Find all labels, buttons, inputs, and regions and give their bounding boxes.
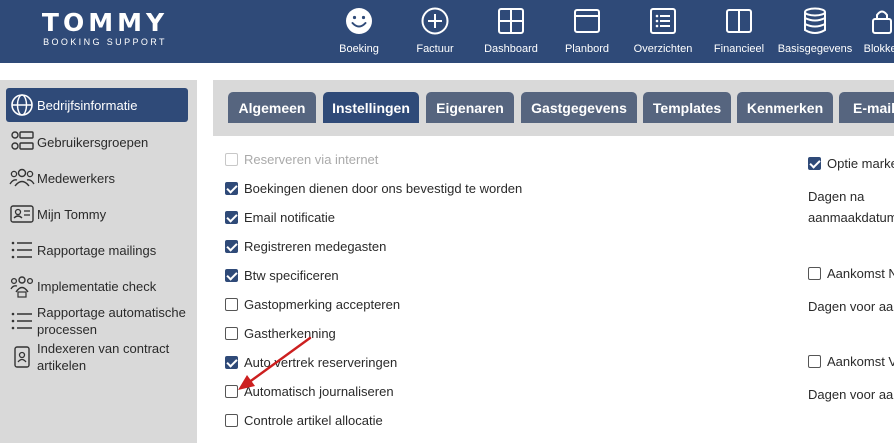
sidebar-item-gebruikersgroepen[interactable]: Gebruikersgroepen (6, 125, 188, 159)
tab-label: Algemeen (238, 99, 306, 116)
setting-label: Controle artikel allocatie (244, 412, 383, 428)
checkbox[interactable] (225, 239, 238, 253)
setting-boekingen-bevestigd[interactable]: Boekingen dienen door ons bevestigd te w… (225, 178, 522, 198)
team-check-icon (10, 276, 34, 298)
lock-icon (872, 10, 892, 34)
tab-label: Kenmerken (746, 99, 824, 116)
sidebar-item-label: Implementatie check (37, 278, 157, 294)
checkbox[interactable] (225, 326, 238, 340)
smiley-icon (346, 8, 372, 34)
nav-blokker[interactable]: Blokker (842, 6, 894, 58)
tab-label: Eigenaren (436, 99, 504, 116)
document-user-icon (14, 346, 30, 368)
sidebar-item-label: Gebruikersgroepen (37, 134, 149, 150)
tab-label: Instellingen (332, 99, 410, 116)
setting-automatisch-journaliseren[interactable]: Automatisch journaliseren (225, 381, 394, 401)
user-groups-icon (11, 131, 34, 150)
tab-label: Templates (652, 99, 722, 116)
sidebar-item-label: Mijn Tommy (37, 206, 107, 222)
setting-label: Aankomst N (827, 265, 894, 281)
setting-gastherkenning[interactable]: Gastherkenning (225, 323, 336, 343)
setting-label: Automatisch journaliseren (244, 383, 394, 399)
checkbox[interactable] (225, 152, 238, 166)
checkbox[interactable] (808, 354, 821, 368)
book-icon (726, 9, 752, 33)
sidebar-item-label: Medewerkers (37, 170, 116, 186)
tab-label: Gastgegevens (531, 99, 627, 116)
setting-label: Gastherkenning (244, 325, 336, 341)
checkbox[interactable] (225, 384, 238, 398)
sidebar: Bedrijfsinformatie Gebruikersgroepen Med… (0, 80, 197, 443)
tab-instellingen[interactable]: Instellingen (323, 92, 419, 123)
dagen-na-label: Dagen na (808, 189, 865, 204)
tab-e-mail[interactable]: E-mail (839, 92, 894, 123)
id-card-icon (10, 205, 34, 223)
checkbox[interactable] (225, 181, 238, 195)
tab-gastgegevens[interactable]: Gastgegevens (521, 92, 637, 123)
dagen-voor-aankomst-label: Dagen voor aa (808, 387, 894, 402)
nav-label: Blokker (863, 43, 894, 55)
setting-gastopmerking-accepteren[interactable]: Gastopmerking accepteren (225, 294, 400, 314)
sidebar-item-medewerkers[interactable]: Medewerkers (6, 161, 188, 195)
sidebar-item-label: Bedrijfsinformatie (37, 97, 138, 113)
setting-label: Email notificatie (244, 209, 336, 225)
tab-templates[interactable]: Templates (643, 92, 731, 123)
tab-label: E-mail (853, 99, 894, 116)
setting-aankomst-v[interactable]: Aankomst V (808, 351, 894, 371)
tab-kenmerken[interactable]: Kenmerken (737, 92, 833, 123)
tommy-logo[interactable]: TOMMY BOOKING SUPPORT (22, 8, 188, 48)
list-box-icon (650, 8, 676, 34)
window-icon (574, 9, 600, 33)
setting-auto-vertrek-reserveringen[interactable]: Auto vertrek reserveringen (225, 352, 397, 372)
setting-optie-markeren[interactable]: Optie marke (808, 153, 894, 173)
setting-label: Auto vertrek reserveringen (244, 354, 398, 370)
list-icon (11, 312, 32, 330)
checkbox[interactable] (225, 268, 238, 282)
people-icon (9, 168, 35, 187)
checkbox[interactable] (225, 210, 238, 224)
setting-aankomst-n[interactable]: Aankomst N (808, 263, 894, 283)
sidebar-item-rapportage-automatische-processen[interactable]: Rapportage automatische processen (6, 304, 188, 338)
setting-label: Registreren medegasten (244, 238, 387, 254)
sidebar-item-bedrijfsinformatie[interactable]: Bedrijfsinformatie (6, 88, 188, 122)
dagen-voor-aankomst-label: Dagen voor aa (808, 299, 894, 314)
setting-reserveren-via-internet[interactable]: Reserveren via internet (225, 149, 378, 169)
aanmaakdatum-label: aanmaakdatum (808, 210, 894, 225)
sidebar-item-label: Rapportage automatische processen (37, 305, 186, 337)
globe-icon (11, 94, 33, 116)
setting-label: Btw specificeren (244, 267, 339, 283)
setting-label: Boekingen dienen door ons bevestigd te w… (244, 180, 523, 196)
setting-registreren-medegasten[interactable]: Registreren medegasten (225, 236, 386, 256)
logo-title: TOMMY (41, 8, 169, 37)
checkbox[interactable] (225, 297, 238, 311)
sidebar-item-label: Rapportage mailings (37, 242, 157, 258)
grid-icon (498, 8, 524, 34)
checkbox[interactable] (225, 355, 238, 369)
setting-label: Reserveren via internet (244, 151, 379, 167)
sidebar-item-label: Indexeren van contract artikelen (37, 341, 170, 373)
checkbox[interactable] (225, 413, 238, 427)
setting-email-notificatie[interactable]: Email notificatie (225, 207, 335, 227)
tab-eigenaren[interactable]: Eigenaren (426, 92, 514, 123)
sidebar-item-implementatie-check[interactable]: Implementatie check (6, 269, 188, 303)
logo-subtitle: BOOKING SUPPORT (43, 37, 167, 47)
setting-btw-specificeren[interactable]: Btw specificeren (225, 265, 339, 285)
sidebar-item-indexeren-contract-artikelen[interactable]: Indexeren van contract artikelen (6, 340, 188, 374)
setting-label: Gastopmerking accepteren (244, 296, 401, 312)
tab-bar: Algemeen Instellingen Eigenaren Gastgege… (213, 80, 894, 136)
database-icon (804, 7, 826, 34)
top-navigation-bar: TOMMY BOOKING SUPPORT Boeking Factuur Da… (0, 0, 894, 63)
setting-label: Optie marke (827, 155, 894, 171)
tab-algemeen[interactable]: Algemeen (228, 92, 316, 123)
checkbox[interactable] (808, 266, 821, 280)
list-icon (11, 241, 32, 259)
sidebar-item-rapportage-mailings[interactable]: Rapportage mailings (6, 233, 188, 267)
plus-circle-icon (421, 7, 449, 35)
setting-label: Aankomst V (827, 353, 894, 369)
sidebar-item-mijn-tommy[interactable]: Mijn Tommy (6, 197, 188, 231)
setting-controle-artikel-allocatie[interactable]: Controle artikel allocatie (225, 410, 383, 430)
checkbox[interactable] (808, 156, 821, 170)
